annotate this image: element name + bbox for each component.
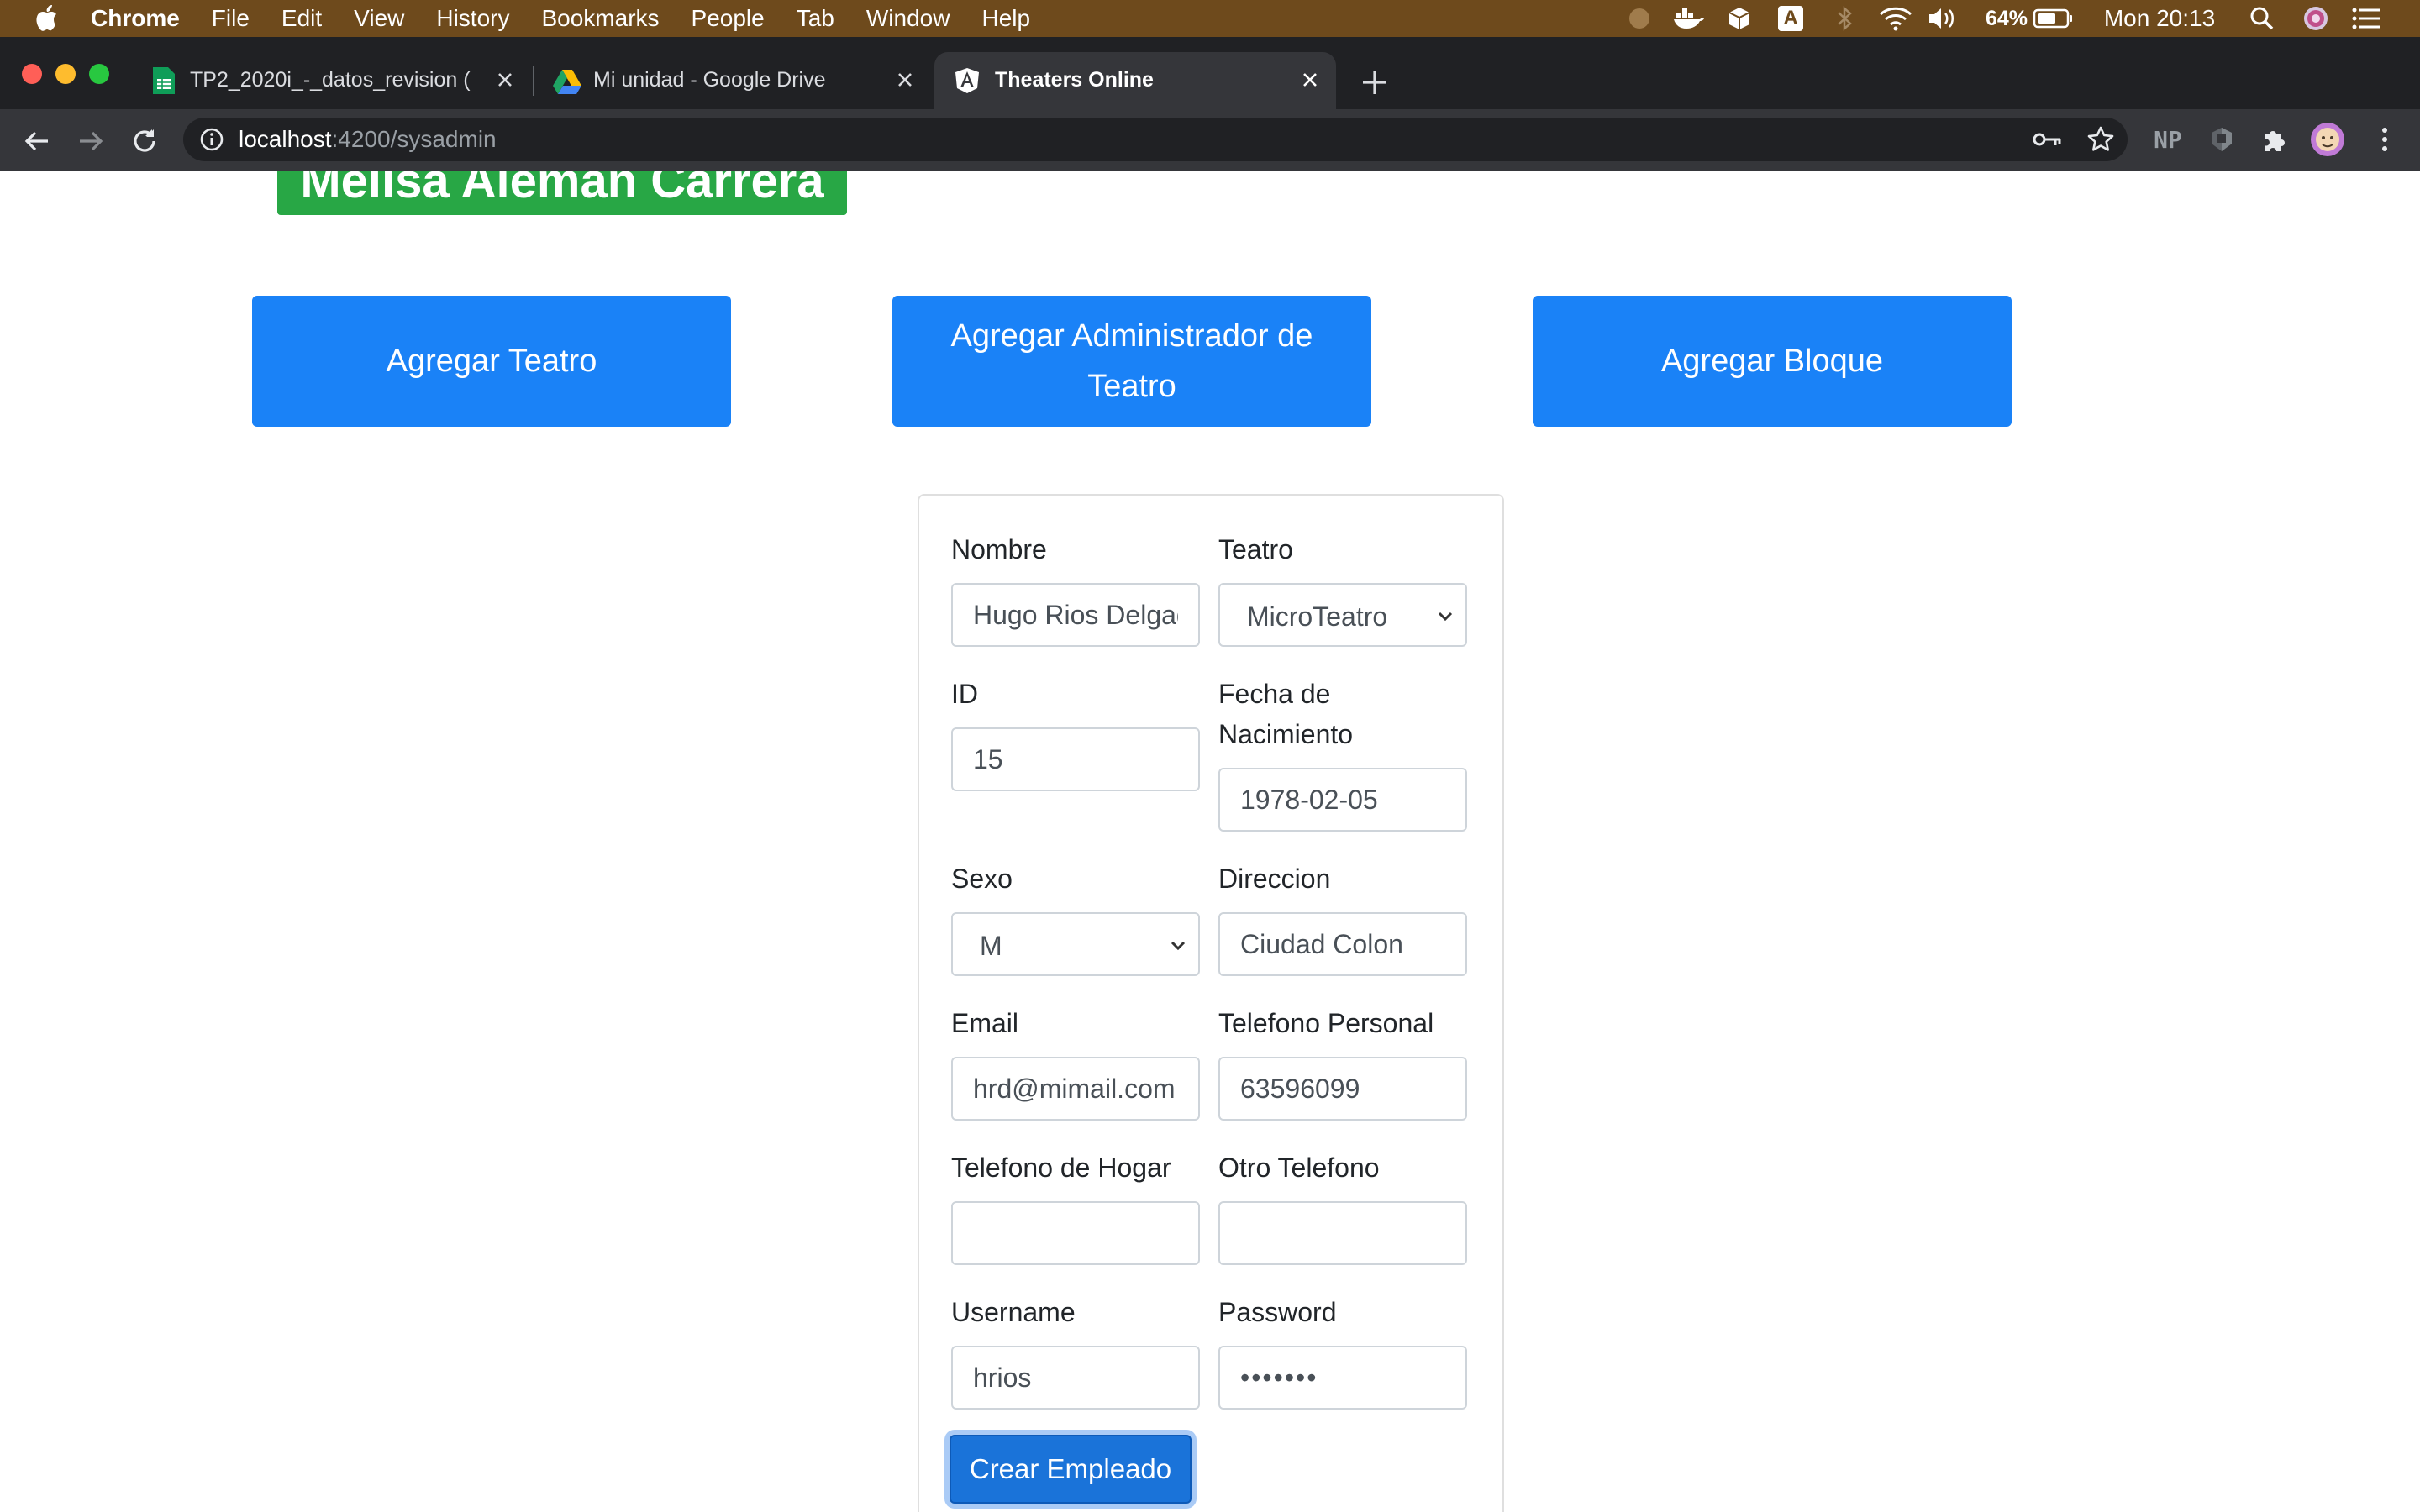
wifi-icon[interactable] — [1879, 0, 1912, 37]
add-theater-button[interactable]: Agregar Teatro — [252, 296, 731, 427]
sexo-select-value: M — [980, 931, 1002, 961]
chrome-menu-kebab-icon[interactable] — [2368, 123, 2402, 156]
menu-history[interactable]: History — [436, 0, 509, 37]
tab-google-drive-title: Mi unidad - Google Drive — [593, 68, 826, 92]
bookmark-star-icon[interactable] — [2084, 123, 2118, 156]
window-zoom-button[interactable] — [89, 64, 109, 84]
docker-icon[interactable] — [1672, 0, 1706, 37]
telefono-hogar-field[interactable] — [951, 1201, 1200, 1265]
menu-bookmarks[interactable]: Bookmarks — [541, 0, 659, 37]
teatro-select-value: MicroTeatro — [1247, 601, 1388, 632]
spotlight-search-icon[interactable] — [2247, 0, 2277, 37]
direccion-label: Direccion — [1218, 864, 1331, 894]
tab-sheets-close-icon[interactable] — [492, 67, 518, 92]
password-label: Password — [1218, 1297, 1337, 1327]
telefono-hogar-label: Telefono de Hogar — [951, 1152, 1171, 1183]
google-sheets-icon — [153, 67, 175, 94]
notification-center-icon[interactable] — [2349, 0, 2383, 37]
nombre-field[interactable] — [951, 583, 1200, 647]
teatro-select[interactable]: MicroTeatro — [1218, 583, 1467, 647]
chevron-down-icon — [1171, 941, 1186, 951]
username-field[interactable] — [951, 1346, 1200, 1410]
logged-in-user-badge: Melisa Aleman Carrera — [277, 171, 847, 215]
telefono-personal-label: Telefono Personal — [1218, 1008, 1434, 1038]
id-label: ID — [951, 679, 978, 709]
telefono-personal-field[interactable] — [1218, 1057, 1467, 1121]
tab-separator — [533, 66, 534, 96]
otro-telefono-label: Otro Telefono — [1218, 1152, 1380, 1183]
volume-icon[interactable] — [1926, 0, 1960, 37]
fecha-nacimiento-label: Fecha de Nacimiento — [1218, 679, 1354, 749]
tab-theaters-online-close-icon[interactable] — [1297, 67, 1323, 92]
tab-theaters-online[interactable]: Theaters Online — [934, 52, 1336, 109]
menu-file[interactable]: File — [212, 0, 250, 37]
macos-menubar: Chrome File Edit View History Bookmarks … — [0, 0, 2420, 37]
reload-icon[interactable] — [126, 123, 163, 160]
menu-tab[interactable]: Tab — [797, 0, 834, 37]
add-theater-admin-button[interactable]: Agregar Administrador de Teatro — [892, 296, 1371, 427]
menu-app-chrome[interactable]: Chrome — [91, 0, 180, 37]
tab-google-drive-close-icon[interactable] — [892, 67, 918, 92]
menu-bar-items: Chrome File Edit View History Bookmarks … — [91, 0, 1062, 37]
apple-logo-icon[interactable] — [32, 3, 59, 34]
window-close-button[interactable] — [22, 64, 42, 84]
angular-icon — [955, 68, 979, 93]
google-drive-icon — [553, 70, 581, 94]
teatro-label: Teatro — [1218, 534, 1293, 564]
bluetooth-icon[interactable] — [1832, 0, 1857, 37]
battery-percentage: 64% — [1985, 6, 2028, 30]
siri-icon[interactable] — [2301, 0, 2331, 37]
back-arrow-icon[interactable] — [18, 123, 55, 160]
menu-window[interactable]: Window — [866, 0, 950, 37]
email-field[interactable] — [951, 1057, 1200, 1121]
menu-view[interactable]: View — [354, 0, 404, 37]
tab-sheets[interactable]: TP2_2020i_-_datos_revision (2 — [136, 52, 528, 109]
window-minimize-button[interactable] — [55, 64, 76, 84]
box-extension-icon[interactable] — [1724, 0, 1754, 37]
menu-edit[interactable]: Edit — [281, 0, 322, 37]
forward-arrow-icon[interactable] — [72, 123, 109, 160]
tab-google-drive[interactable]: Mi unidad - Google Drive — [538, 52, 929, 109]
chevron-down-icon — [1438, 612, 1453, 622]
otro-telefono-field[interactable] — [1218, 1201, 1467, 1265]
extensions-puzzle-icon[interactable] — [2257, 123, 2291, 156]
menu-people[interactable]: People — [692, 0, 765, 37]
direccion-field[interactable] — [1218, 912, 1467, 976]
new-tab-plus-icon[interactable] — [1360, 67, 1390, 97]
nombre-label: Nombre — [951, 534, 1047, 564]
menubar-clock[interactable]: Mon 20:13 — [2101, 0, 2218, 37]
menu-help[interactable]: Help — [981, 0, 1030, 37]
profile-avatar[interactable] — [2309, 121, 2346, 158]
add-block-button[interactable]: Agregar Bloque — [1533, 296, 2012, 427]
page-viewport: Melisa Aleman Carrera Agregar Teatro Agr… — [0, 171, 2420, 1512]
input-source-letter: A — [1778, 6, 1803, 31]
url-path: :4200/sysadmin — [331, 126, 497, 152]
tab-theaters-online-title: Theaters Online — [995, 68, 1154, 92]
address-bar-url[interactable]: localhost:4200/sysadmin — [239, 124, 497, 155]
saved-passwords-key-icon[interactable] — [2030, 124, 2064, 155]
email-label: Email — [951, 1008, 1019, 1038]
tab-sheets-title: TP2_2020i_-_datos_revision (2 — [190, 68, 471, 92]
id-field[interactable] — [951, 727, 1200, 791]
password-field[interactable] — [1218, 1346, 1467, 1410]
username-label: Username — [951, 1297, 1076, 1327]
input-source-icon[interactable]: A — [1776, 0, 1805, 37]
battery-icon[interactable] — [2032, 0, 2074, 37]
np-extension-icon[interactable]: NP — [2149, 123, 2186, 156]
site-info-icon[interactable] — [197, 124, 227, 155]
shield-extension-icon[interactable] — [2205, 123, 2238, 156]
url-host: localhost — [239, 126, 332, 152]
crear-empleado-button[interactable]: Crear Empleado — [950, 1435, 1192, 1504]
record-status-icon[interactable] — [1625, 0, 1654, 37]
sexo-label: Sexo — [951, 864, 1013, 894]
sexo-select[interactable]: M — [951, 912, 1200, 976]
fecha-nacimiento-field[interactable] — [1218, 768, 1467, 832]
